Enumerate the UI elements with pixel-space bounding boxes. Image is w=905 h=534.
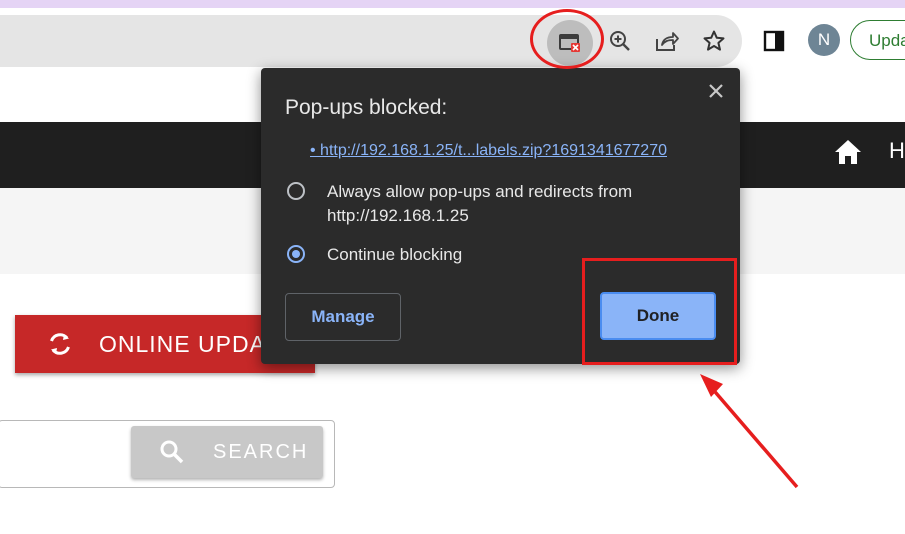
refresh-icon	[45, 329, 75, 359]
radio-continue-blocking[interactable]	[287, 245, 305, 263]
zoom-icon[interactable]	[603, 24, 637, 58]
arrow-annotation	[700, 374, 799, 489]
profile-avatar[interactable]: N	[808, 24, 840, 56]
nav-link-text[interactable]: H	[889, 138, 905, 164]
update-button[interactable]: Update	[850, 20, 905, 60]
option-continue-blocking-label[interactable]: Continue blocking	[327, 243, 462, 267]
side-panel-icon[interactable]	[757, 24, 791, 58]
blocked-popup-link[interactable]: • http://192.168.1.25/t...labels.zip?169…	[310, 142, 667, 160]
window-top-strip	[0, 0, 905, 8]
option-always-allow-label[interactable]: Always allow pop-ups and redirects from …	[327, 180, 727, 228]
close-icon[interactable]	[704, 79, 728, 103]
radio-always-allow[interactable]	[287, 182, 305, 200]
manage-button[interactable]: Manage	[285, 293, 401, 341]
highlight-box-annotation	[582, 258, 737, 365]
search-icon	[159, 439, 185, 465]
search-button-label: SEARCH	[213, 440, 309, 463]
home-icon[interactable]	[832, 136, 864, 168]
dialog-title: Pop-ups blocked:	[285, 96, 448, 119]
share-icon[interactable]	[650, 24, 684, 58]
highlight-circle-annotation	[530, 9, 604, 69]
bookmark-star-icon[interactable]	[697, 24, 731, 58]
search-button[interactable]: SEARCH	[131, 426, 323, 478]
